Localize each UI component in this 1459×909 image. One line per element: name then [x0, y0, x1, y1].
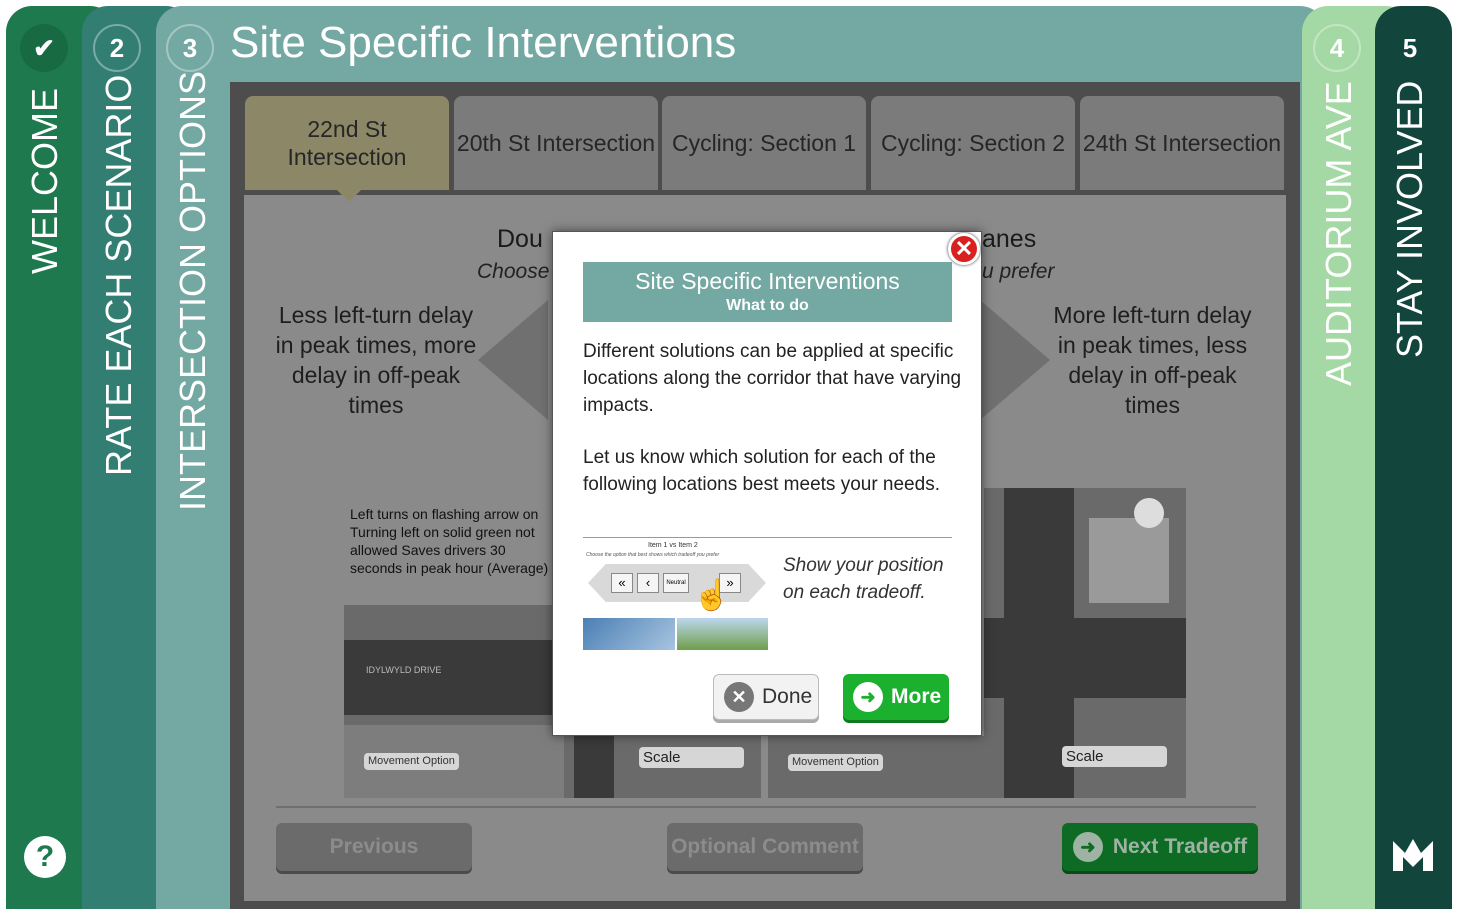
illus-image-building [583, 618, 675, 650]
close-circle-icon: ✕ [724, 682, 754, 712]
modal-header: Site Specific Interventions What to do [583, 262, 952, 322]
step-label-rate: RATE EACH SCENARIO [98, 74, 139, 476]
done-label: Done [762, 685, 813, 708]
step-number-3: 3 [166, 24, 214, 72]
check-icon: ✔ [20, 24, 68, 72]
modal-divider [583, 537, 952, 538]
instructions-modal: Site Specific Interventions What to do D… [552, 231, 982, 736]
modal-paragraph-2: Let us know which solution for each of t… [583, 447, 940, 495]
logo-icon [1393, 839, 1433, 871]
step-label-auditorium: AUDITORIUM AVE [1318, 81, 1359, 386]
tradeoff-illustration: Item 1 vs Item 2 Choose the option that … [583, 542, 768, 652]
double-chevron-left-icon: « [611, 573, 633, 593]
illus-image-trees [677, 618, 768, 650]
step-number-4: 4 [1313, 24, 1361, 72]
illus-neutral: Neutral [663, 573, 689, 593]
modal-paragraph-1: Different solutions can be applied at sp… [583, 341, 962, 416]
page-title: Site Specific Interventions [230, 18, 737, 67]
step-label-welcome: WELCOME [24, 87, 65, 274]
step-label-stay: STAY INVOLVED [1389, 80, 1430, 358]
step-number-2: 2 [93, 24, 141, 72]
modal-subtitle: What to do [726, 297, 809, 314]
more-label: More [891, 685, 942, 708]
modal-title: Site Specific Interventions [635, 268, 900, 294]
illus-subtitle: Choose the option that best shows which … [586, 552, 720, 558]
modal-hint: Show your position on each tradeoff. [783, 555, 944, 603]
pointer-hand-icon: ☝ [693, 579, 731, 612]
chevron-left-icon: ‹ [637, 573, 659, 593]
modal-close-icon[interactable]: ✕ [948, 233, 980, 265]
step-label-intersection: INTERSECTION OPTIONS [172, 70, 213, 511]
step-stay-involved[interactable]: 5 STAY INVOLVED [1375, 6, 1452, 909]
step-number-5: 5 [1402, 32, 1418, 63]
arrow-right-icon: ➜ [853, 682, 883, 712]
more-button[interactable]: ➜ More [843, 674, 949, 720]
done-button[interactable]: ✕ Done [713, 674, 819, 720]
help-icon[interactable]: ? [24, 836, 66, 878]
app-root: ✔ WELCOME ? 2 RATE EACH SCENARIO 3 INTER… [0, 0, 1459, 909]
illus-title: Item 1 vs Item 2 [648, 542, 698, 549]
